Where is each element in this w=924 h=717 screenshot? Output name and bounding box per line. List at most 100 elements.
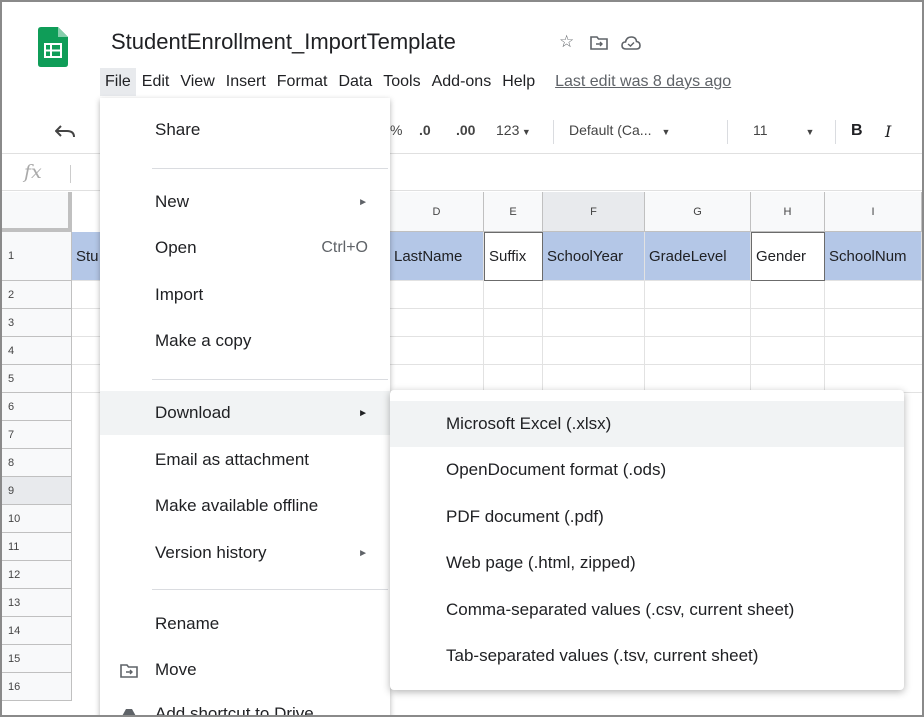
decrease-decimal-button[interactable]: .0 xyxy=(419,122,431,138)
menu-item-label: Email as attachment xyxy=(155,450,310,469)
bold-button[interactable]: B xyxy=(851,122,863,140)
document-title[interactable]: StudentEnrollment_ImportTemplate xyxy=(111,29,456,55)
menu-insert[interactable]: Insert xyxy=(221,68,271,96)
file-menu: Share New ► Open Ctrl+O Import Make a copy… xyxy=(100,98,390,715)
menu-item-share[interactable]: Share xyxy=(100,108,390,152)
font-size-select[interactable]: 11 ▼ xyxy=(753,122,814,138)
row-header-10[interactable]: 10 xyxy=(2,505,72,533)
grid-line xyxy=(644,281,645,391)
download-csv[interactable]: Comma-separated values (.csv, current sh… xyxy=(390,587,904,633)
cell-f1[interactable]: SchoolYear xyxy=(543,232,645,281)
row-header-8[interactable]: 8 xyxy=(2,449,72,477)
cell-g1[interactable]: GradeLevel xyxy=(645,232,751,281)
row-header-13[interactable]: 13 xyxy=(2,589,72,617)
star-icon[interactable]: ☆ xyxy=(559,32,574,52)
download-tsv[interactable]: Tab-separated values (.tsv, current shee… xyxy=(390,633,904,679)
italic-button[interactable]: I xyxy=(885,122,891,141)
font-family-value: Default (Ca... xyxy=(569,122,652,138)
column-header-e[interactable]: E xyxy=(484,192,543,232)
chevron-down-icon: ▼ xyxy=(519,127,531,137)
row-header-2[interactable]: 2 xyxy=(2,281,72,309)
menu-tools[interactable]: Tools xyxy=(378,68,425,96)
cloud-status-icon[interactable] xyxy=(621,36,641,50)
grid-line xyxy=(483,281,484,391)
menu-item-make-copy[interactable]: Make a copy xyxy=(100,319,390,363)
menu-file[interactable]: File xyxy=(100,68,136,96)
menu-data[interactable]: Data xyxy=(333,68,377,96)
menu-item-label: New xyxy=(155,192,190,211)
row-header-6[interactable]: 6 xyxy=(2,393,72,421)
menu-item-label: Rename xyxy=(155,614,220,633)
menu-item-label: Move xyxy=(155,660,197,679)
last-edit-link[interactable]: Last edit was 8 days ago xyxy=(555,73,731,91)
increase-decimal-button[interactable]: .00 xyxy=(456,122,475,138)
chevron-down-icon: ▼ xyxy=(661,127,671,137)
row-header-7[interactable]: 7 xyxy=(2,421,72,449)
row-header-14[interactable]: 14 xyxy=(2,617,72,645)
row-header-4[interactable]: 4 xyxy=(2,337,72,365)
menu-item-open[interactable]: Open Ctrl+O xyxy=(100,226,390,270)
row-header-5[interactable]: 5 xyxy=(2,365,72,393)
row-header-11[interactable]: 11 xyxy=(2,533,72,561)
undo-icon[interactable] xyxy=(55,124,75,138)
menu-item-download[interactable]: Download ► xyxy=(100,391,390,435)
cell-e1[interactable]: Suffix xyxy=(484,232,543,281)
menu-item-email-attachment[interactable]: Email as attachment xyxy=(100,438,390,482)
download-pdf[interactable]: PDF document (.pdf) xyxy=(390,494,904,540)
font-size-value: 11 xyxy=(753,122,768,138)
font-family-select[interactable]: Default (Ca... ▼ xyxy=(569,122,670,138)
move-to-folder-icon xyxy=(120,664,138,678)
menu-edit[interactable]: Edit xyxy=(137,68,175,96)
column-header-i[interactable]: I xyxy=(825,192,922,232)
menu-help[interactable]: Help xyxy=(497,68,540,96)
menu-item-import[interactable]: Import xyxy=(100,273,390,317)
column-header-h[interactable]: H xyxy=(751,192,825,232)
row-header-3[interactable]: 3 xyxy=(2,309,72,337)
more-formats-button[interactable]: 123 ▼ xyxy=(496,122,531,138)
download-submenu: Microsoft Excel (.xlsx) OpenDocument for… xyxy=(390,390,904,690)
select-all-corner[interactable] xyxy=(2,192,72,232)
download-xlsx[interactable]: Microsoft Excel (.xlsx) xyxy=(390,401,904,447)
row-header-16[interactable]: 16 xyxy=(2,673,72,701)
google-sheets-logo[interactable] xyxy=(38,27,68,67)
menu-item-new[interactable]: New ► xyxy=(100,180,390,224)
submenu-arrow-icon: ► xyxy=(358,196,368,208)
row-header-1[interactable]: 1 xyxy=(2,232,72,281)
menu-add-ons[interactable]: Add-ons xyxy=(427,68,497,96)
menu-item-label: Share xyxy=(155,120,201,139)
chevron-down-icon: ▼ xyxy=(805,127,815,137)
menu-item-label: Import xyxy=(155,285,204,304)
cell-h1[interactable]: Gender xyxy=(751,232,825,281)
column-header-d[interactable]: D xyxy=(390,192,484,232)
menu-view[interactable]: View xyxy=(175,68,219,96)
menu-item-label: Open xyxy=(155,238,197,257)
menu-item-label: Make a copy xyxy=(155,331,252,350)
menu-item-move[interactable]: Move xyxy=(100,648,390,692)
title-bar: StudentEnrollment_ImportTemplate ☆ File … xyxy=(2,2,922,102)
move-to-folder-icon[interactable] xyxy=(590,35,608,50)
menu-format[interactable]: Format xyxy=(272,68,333,96)
menu-item-rename[interactable]: Rename xyxy=(100,602,390,646)
grid-line xyxy=(542,281,543,391)
download-html[interactable]: Web page (.html, zipped) xyxy=(390,540,904,586)
row-header-9[interactable]: 9 xyxy=(2,477,72,505)
menu-item-make-offline[interactable]: Make available offline xyxy=(100,484,390,528)
fx-icon: fx xyxy=(24,161,42,183)
column-header-g[interactable]: G xyxy=(645,192,751,232)
row-header-15[interactable]: 15 xyxy=(2,645,72,673)
column-header-f[interactable]: F xyxy=(543,192,645,232)
menu-item-add-shortcut[interactable]: Add shortcut to Drive xyxy=(100,692,390,715)
toolbar-divider xyxy=(727,120,728,144)
menu-item-label: Version history xyxy=(155,543,267,562)
row-header-12[interactable]: 12 xyxy=(2,561,72,589)
app-window: StudentEnrollment_ImportTemplate ☆ File … xyxy=(0,0,924,717)
menu-item-version-history[interactable]: Version history ► xyxy=(100,531,390,575)
download-ods[interactable]: OpenDocument format (.ods) xyxy=(390,447,904,493)
drive-shortcut-icon xyxy=(122,709,136,715)
cell-a1[interactable]: Stu xyxy=(72,232,102,281)
percent-format-button[interactable]: % xyxy=(390,122,402,138)
submenu-arrow-icon: ► xyxy=(358,547,368,559)
cell-i1[interactable]: SchoolNum xyxy=(825,232,922,281)
cell-d1[interactable]: LastName xyxy=(390,232,484,281)
toolbar-divider xyxy=(553,120,554,144)
